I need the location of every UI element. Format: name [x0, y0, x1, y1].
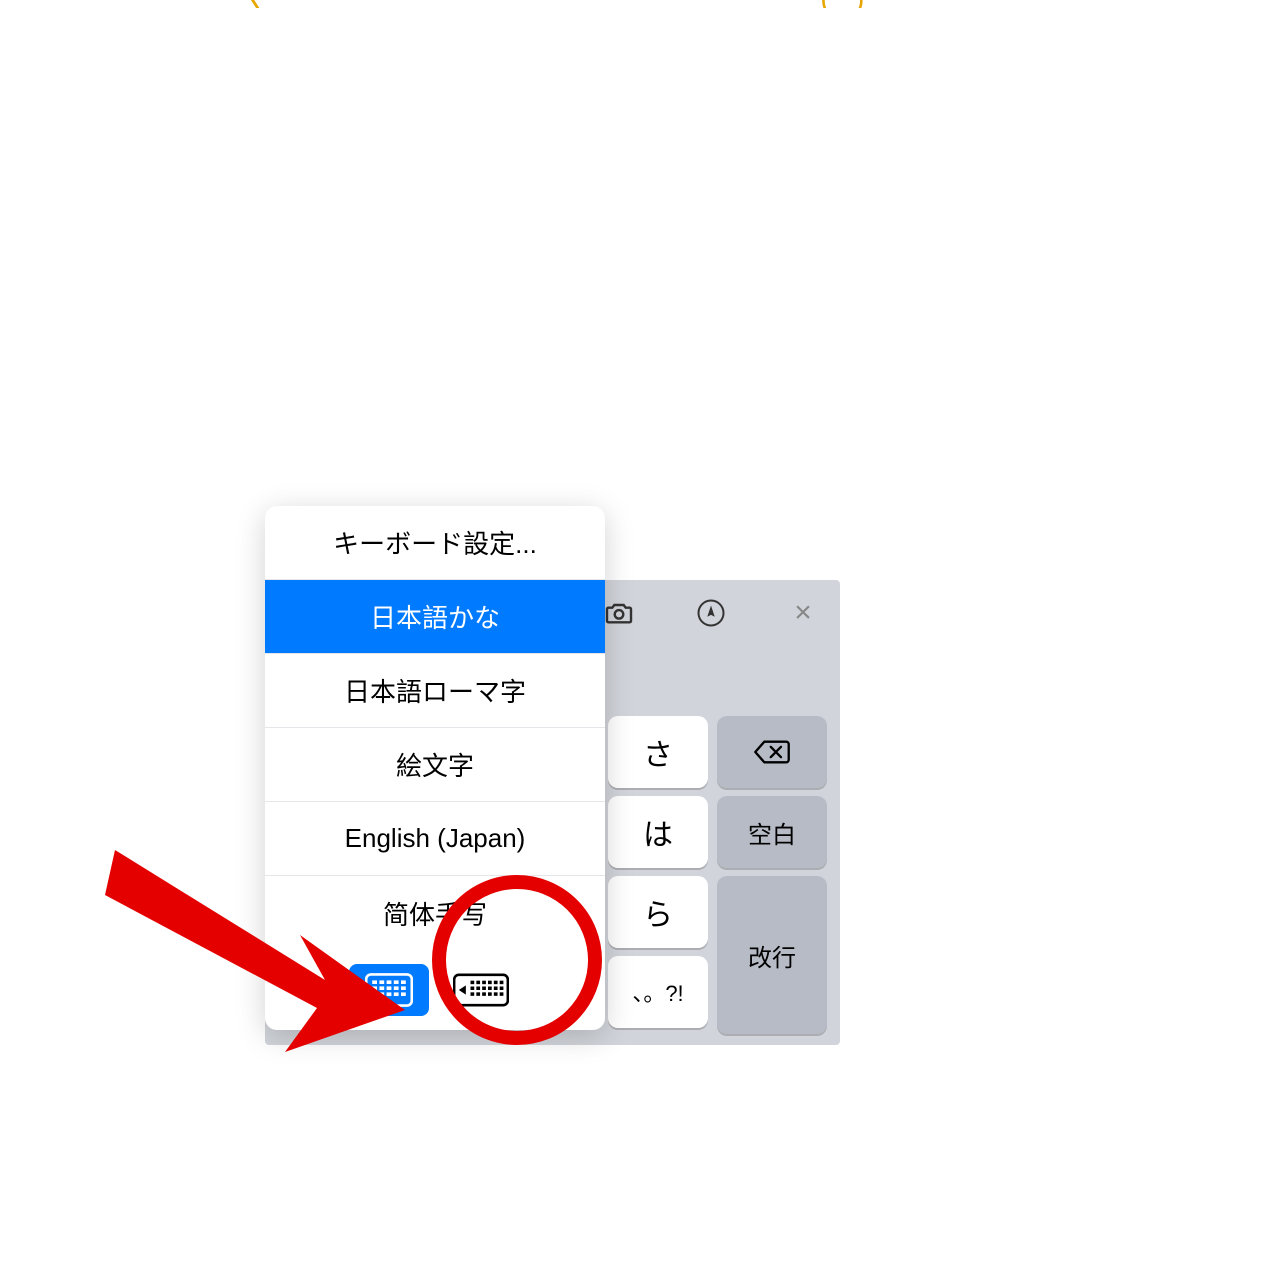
- key-ha[interactable]: は: [608, 796, 708, 868]
- key-symbols[interactable]: 、。?!: [608, 956, 708, 1028]
- keyboard-switcher-popup: キーボード設定... 日本語かな 日本語ローマ字 絵文字 English (Ja…: [265, 506, 605, 1030]
- keyboard-option-romaji[interactable]: 日本語ローマ字: [265, 654, 605, 728]
- camera-icon[interactable]: [602, 596, 636, 630]
- key-backspace[interactable]: [717, 716, 827, 788]
- keyboard-option-label: 日本語かな: [370, 598, 500, 635]
- keyboard-option-emoji[interactable]: 絵文字: [265, 728, 605, 802]
- key-space[interactable]: 空白: [717, 796, 827, 868]
- keyboard-option-english[interactable]: English (Japan): [265, 802, 605, 876]
- keyboard-option-handwriting[interactable]: 简体手写: [265, 876, 605, 950]
- layout-toggle-flick[interactable]: [349, 964, 429, 1016]
- keyboard-option-label: English (Japan): [345, 823, 526, 854]
- key-sa[interactable]: さ: [608, 716, 708, 788]
- key-return[interactable]: 改行: [717, 876, 827, 1034]
- key-ra[interactable]: ら: [608, 876, 708, 948]
- keyboard-option-label: 日本語ローマ字: [344, 672, 526, 709]
- keyboard-settings-item[interactable]: キーボード設定...: [265, 506, 605, 580]
- keyboard-option-label: 絵文字: [396, 746, 474, 783]
- layout-toggle-full[interactable]: [441, 964, 521, 1016]
- markup-pen-icon[interactable]: [694, 596, 728, 630]
- keyboard-settings-label: キーボード設定...: [333, 524, 537, 561]
- keyboard-option-label: 简体手写: [383, 895, 487, 932]
- close-icon[interactable]: ×: [786, 596, 820, 630]
- keyboard-option-kana[interactable]: 日本語かな: [265, 580, 605, 654]
- keyboard-layout-toggle-row: [265, 950, 605, 1030]
- cropped-header: 〈 ◯ ･･･: [0, 0, 1280, 8]
